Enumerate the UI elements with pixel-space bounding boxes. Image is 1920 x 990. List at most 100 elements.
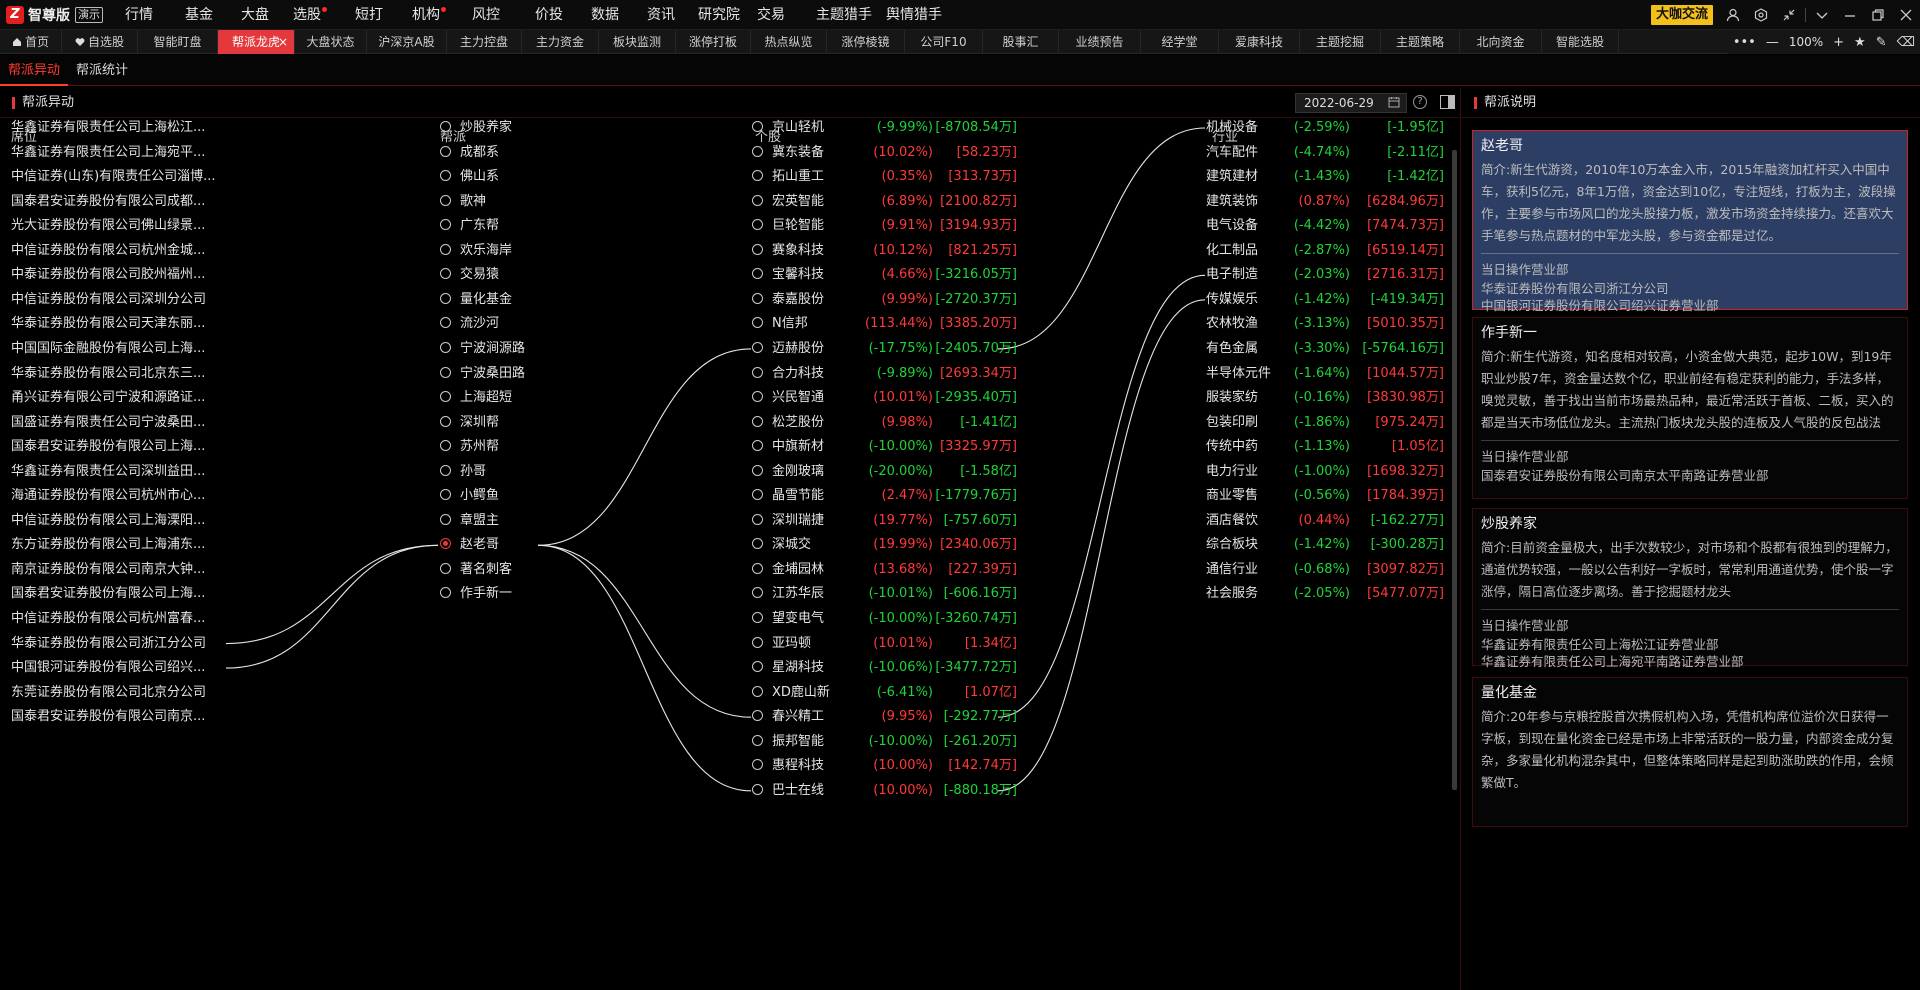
stock-row[interactable]: 兴民智通 (10.01%) [-2935.40万] xyxy=(752,386,1017,410)
radio-icon[interactable] xyxy=(752,685,763,697)
radio-icon[interactable] xyxy=(440,440,451,452)
menu-item[interactable]: 风控 xyxy=(472,0,500,30)
tab-19[interactable]: 北向资金 xyxy=(1460,29,1542,54)
radio-icon[interactable] xyxy=(752,268,763,280)
menu-item[interactable]: 机构 xyxy=(412,0,446,30)
seat-row[interactable]: 东方证券股份有限公司上海浦东... xyxy=(11,533,231,557)
user-icon[interactable] xyxy=(1719,0,1747,30)
industry-row[interactable]: 包装印刷 (-1.86%) [975.24万] xyxy=(1206,411,1444,435)
radio-icon[interactable] xyxy=(752,538,763,550)
tab-15[interactable]: 经学堂 xyxy=(1141,29,1219,54)
faction-card[interactable]: 赵老哥 简介:新生代游资，2010年10万本金入市，2015年融资加杠杆买入中国中… xyxy=(1472,130,1908,313)
app-logo[interactable]: Z 智尊版 演示 xyxy=(6,5,110,25)
shrink-icon[interactable] xyxy=(1775,0,1803,30)
radio-icon[interactable] xyxy=(752,464,763,476)
tab-4[interactable]: 大盘状态 xyxy=(295,29,367,54)
faction-row[interactable]: 广东帮 xyxy=(440,214,499,238)
stock-row[interactable]: 深城交 (19.99%) [2340.06万] xyxy=(752,533,1017,557)
radio-icon[interactable] xyxy=(752,440,763,452)
stock-row[interactable]: 中旗新材 (-10.00%) [3325.97万] xyxy=(752,435,1017,459)
menu-item[interactable]: 行情 xyxy=(125,0,153,30)
faction-row[interactable]: 著名刺客 xyxy=(440,558,512,582)
chevron-down-icon[interactable] xyxy=(1808,0,1836,30)
seat-row[interactable]: 华泰证券股份有限公司北京东三... xyxy=(11,362,231,386)
faction-row[interactable]: 孙哥 xyxy=(440,460,486,484)
stock-row[interactable]: 星湖科技 (-10.06%) [-3477.72万] xyxy=(752,656,1017,680)
faction-row[interactable]: 成都系 xyxy=(440,141,499,165)
faction-row[interactable]: 宁波涧源路 xyxy=(440,337,525,361)
industry-row[interactable]: 商业零售 (-0.56%) [1784.39万] xyxy=(1206,484,1444,508)
tab-13[interactable]: 股事汇 xyxy=(983,29,1059,54)
zoom-out-icon[interactable]: — xyxy=(1761,35,1784,50)
tab-6[interactable]: 主力控盘 xyxy=(447,29,522,54)
menu-item[interactable]: 交易 xyxy=(757,0,785,30)
tab-1[interactable]: 自选股 xyxy=(62,29,138,54)
radio-icon[interactable] xyxy=(440,562,451,574)
stock-row[interactable]: 巴士在线 (10.00%) [-880.18万] xyxy=(752,779,1017,803)
stock-row[interactable]: 巨轮智能 (9.91%) [3194.93万] xyxy=(752,214,1017,238)
radio-icon[interactable] xyxy=(752,661,763,673)
seat-row[interactable]: 中信证券股份有限公司杭州金城... xyxy=(11,239,231,263)
menu-item[interactable]: 研究院 xyxy=(698,0,740,30)
radio-icon[interactable] xyxy=(440,366,451,378)
faction-row[interactable]: 流沙河 xyxy=(440,312,499,336)
stock-row[interactable]: 惠程科技 (10.00%) [142.74万] xyxy=(752,754,1017,778)
industry-row[interactable]: 半导体元件 (-1.64%) [1044.57万] xyxy=(1206,362,1444,386)
tab-5[interactable]: 沪深京A股 xyxy=(367,29,447,54)
subtab-faction-stats[interactable]: 帮派统计 xyxy=(68,55,136,86)
tab-9[interactable]: 涨停打板 xyxy=(676,29,751,54)
tab-close-icon[interactable]: × xyxy=(278,30,288,54)
edit-pencil-icon[interactable]: ✎ xyxy=(1871,35,1892,50)
radio-icon[interactable] xyxy=(440,145,451,157)
radio-icon[interactable] xyxy=(440,317,451,329)
stock-row[interactable]: 迈赫股份 (-17.75%) [-2405.70万] xyxy=(752,337,1017,361)
radio-icon[interactable] xyxy=(752,145,763,157)
menu-item[interactable]: 基金 xyxy=(185,0,213,30)
faction-row[interactable]: 宁波桑田路 xyxy=(440,362,525,386)
chat-button[interactable]: 大咖交流 xyxy=(1650,5,1713,25)
faction-row[interactable]: 炒股养家 xyxy=(440,116,512,140)
calendar-icon[interactable] xyxy=(1388,96,1400,111)
radio-icon[interactable] xyxy=(752,194,763,206)
seat-row[interactable]: 光大证券股份有限公司佛山绿景... xyxy=(11,214,231,238)
seat-row[interactable]: 中信证券股份有限公司上海溧阳... xyxy=(11,509,231,533)
seat-row[interactable]: 华泰证券股份有限公司天津东丽... xyxy=(11,312,231,336)
radio-icon[interactable] xyxy=(752,513,763,525)
menu-item[interactable]: 资讯 xyxy=(647,0,675,30)
faction-row[interactable]: 歌神 xyxy=(440,190,486,214)
industry-row[interactable]: 酒店餐饮 (0.44%) [-162.27万] xyxy=(1206,509,1444,533)
stock-row[interactable]: N信邦 (113.44%) [3385.20万] xyxy=(752,312,1017,336)
settings-icon[interactable] xyxy=(1747,0,1775,30)
seat-row[interactable]: 中信证券(山东)有限责任公司淄博... xyxy=(11,165,231,189)
industry-row[interactable]: 电子制造 (-2.03%) [2716.31万] xyxy=(1206,263,1444,287)
radio-icon[interactable] xyxy=(752,562,763,574)
faction-row[interactable]: 作手新一 xyxy=(440,582,512,606)
industry-row[interactable]: 传统中药 (-1.13%) [1.05亿] xyxy=(1206,435,1444,459)
stock-row[interactable]: 振邦智能 (-10.00%) [-261.20万] xyxy=(752,730,1017,754)
tab-10[interactable]: 热点纵览 xyxy=(751,29,827,54)
industry-row[interactable]: 综合板块 (-1.42%) [-300.28万] xyxy=(1206,533,1444,557)
stock-row[interactable]: 冀东装备 (10.02%) [58.23万] xyxy=(752,141,1017,165)
radio-icon[interactable] xyxy=(752,734,763,746)
stock-row[interactable]: XD鹿山新 (-6.41%) [1.07亿] xyxy=(752,681,1017,705)
radio-icon[interactable] xyxy=(440,194,451,206)
menu-item[interactable]: 价投 xyxy=(535,0,563,30)
faction-row[interactable]: 量化基金 xyxy=(440,288,512,312)
faction-card[interactable]: 作手新一 简介:新生代游资，知名度相对较高，小资金做大典范，起步10W，到19年职… xyxy=(1472,317,1908,499)
close-icon[interactable] xyxy=(1892,0,1920,30)
stock-row[interactable]: 泰嘉股份 (9.99%) [-2720.37万] xyxy=(752,288,1017,312)
industry-row[interactable]: 服装家纺 (-0.16%) [3830.98万] xyxy=(1206,386,1444,410)
radio-icon[interactable] xyxy=(752,121,763,132)
radio-icon[interactable] xyxy=(440,489,451,501)
industry-row[interactable]: 传媒娱乐 (-1.42%) [-419.34万] xyxy=(1206,288,1444,312)
tab-0[interactable]: 首页 xyxy=(0,29,62,54)
seat-row[interactable]: 东莞证券股份有限公司北京分公司 xyxy=(11,681,231,705)
radio-icon[interactable] xyxy=(752,243,763,255)
seat-row[interactable]: 国泰君安证券股份有限公司上海... xyxy=(11,435,231,459)
seat-row[interactable]: 华鑫证券有限责任公司上海松江... xyxy=(11,116,231,140)
seat-row[interactable]: 中泰证券股份有限公司胶州福州... xyxy=(11,263,231,287)
menu-item[interactable]: 短打 xyxy=(355,0,383,30)
radio-icon[interactable] xyxy=(440,587,451,599)
radio-icon[interactable] xyxy=(752,219,763,231)
seat-row[interactable]: 国泰君安证券股份有限公司上海... xyxy=(11,582,231,606)
